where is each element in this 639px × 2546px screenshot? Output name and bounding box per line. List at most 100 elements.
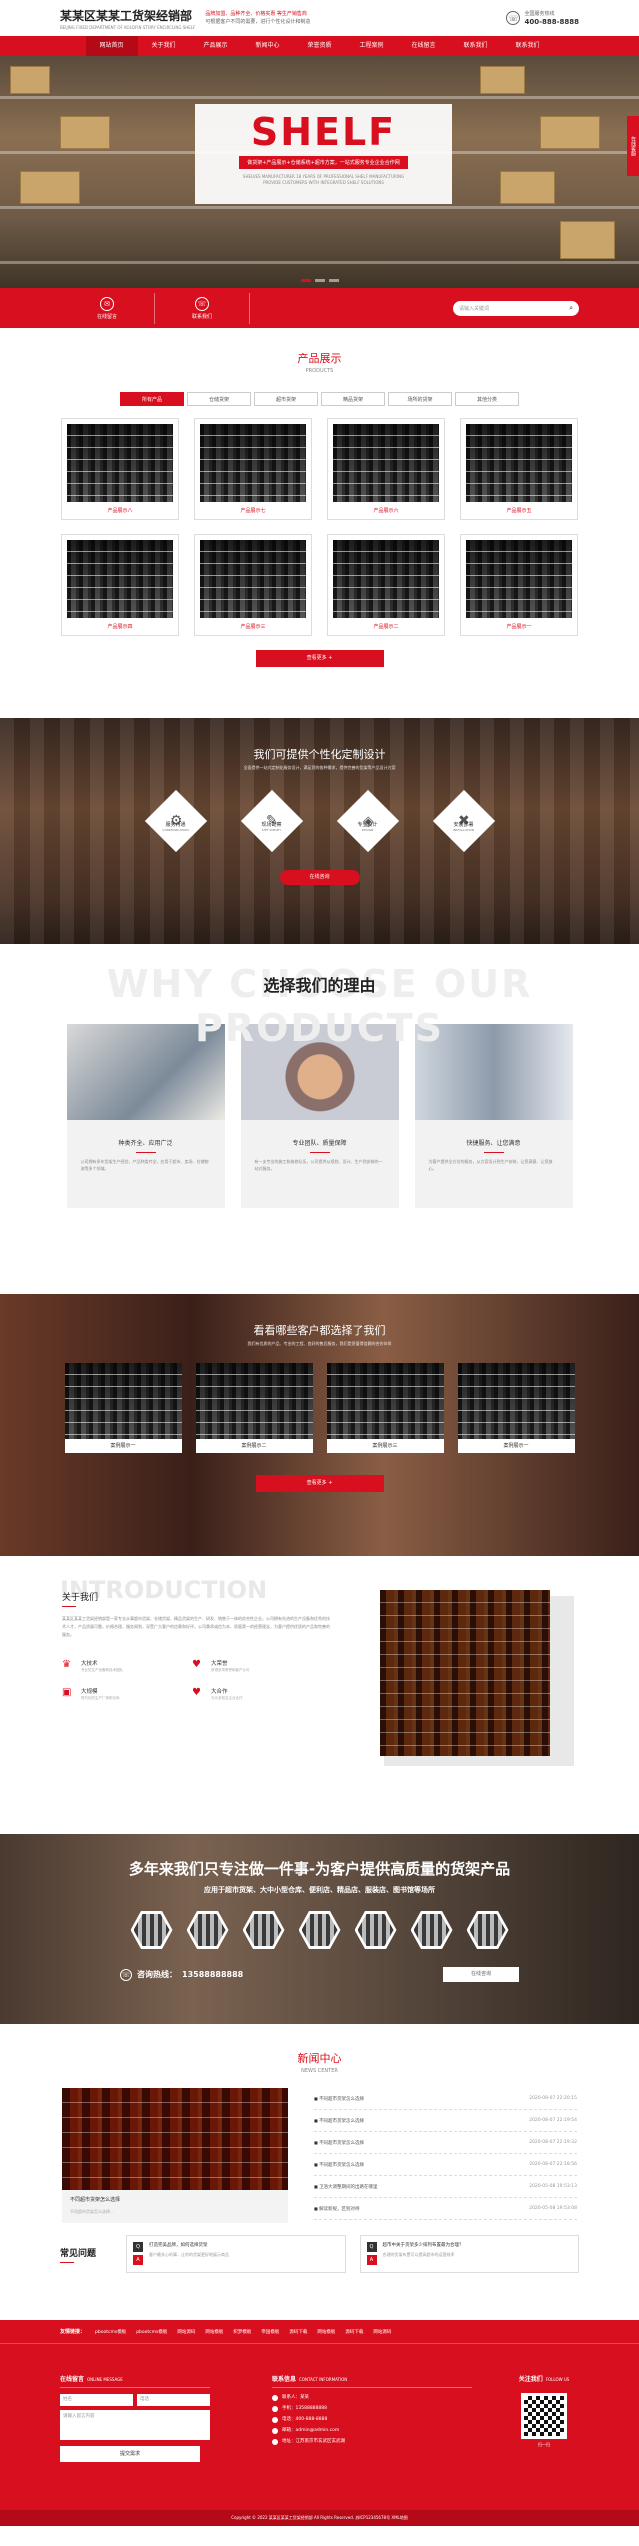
quick-bar: ✉ 在线留言 ☏ 联系我们 请输入关键词 ⌕	[0, 288, 639, 328]
quick-message[interactable]: ✉ 在线留言	[60, 292, 155, 324]
product-card[interactable]: 产品展示六	[327, 418, 445, 520]
friend-links: 友情链接： pbootcms模板 pbootcms模板 网站源码 网站模板 织梦…	[0, 2320, 639, 2344]
case-image	[326, 1363, 444, 1439]
search-icon[interactable]: ⌕	[569, 304, 573, 313]
product-card[interactable]: 产品展示一	[460, 534, 578, 636]
contact-row: 联系人：某某	[272, 2392, 472, 2403]
custom-subtitle: 全面提供一站式定制化服务设计，满足您的各种需求，提供完善的货架等产品设计方案	[243, 765, 396, 770]
nav-products[interactable]: 产品展示	[190, 36, 242, 56]
friend-link[interactable]: 网站源码	[373, 2329, 391, 2335]
case-card[interactable]: 案例展示三	[326, 1363, 444, 1453]
friend-link[interactable]: 帝国模板	[261, 2329, 279, 2335]
message-field[interactable]: 请输入留言内容	[60, 2410, 210, 2440]
phone-icon: ☏	[506, 11, 521, 25]
product-caption: 产品展示五	[506, 508, 532, 514]
product-image	[466, 540, 572, 618]
more-products-button[interactable]: 查看更多 +	[255, 650, 384, 667]
faq-item[interactable]: Q A 超市中关于货架多少排列布置最为合理？ 合理的货架布置可以提高超市的运营效率	[359, 2235, 579, 2273]
nav-message[interactable]: 在线留言	[398, 36, 450, 56]
step-label-en: DESIGN	[361, 828, 374, 832]
step-label-en: INSTALLATION	[452, 828, 475, 832]
nav-home[interactable]: 网站首页	[85, 36, 138, 56]
news-item[interactable]: 不同超市货架怎么选择2020-08-07 22:19:54	[314, 2110, 577, 2132]
news-item[interactable]: 卫浴大调整期间的出路在哪里2020-05-08 19:53:13	[314, 2176, 577, 2198]
case-card[interactable]: 案例展示一	[64, 1363, 182, 1453]
phone-icon: ☏	[120, 1968, 132, 1981]
feature-title: 大荣誉	[211, 1661, 228, 1667]
logo[interactable]: 某某区某某工货架经销部 BEIJING FIXED DEPARTMENT OF …	[60, 7, 195, 30]
nav-contact[interactable]: 联系我们	[450, 36, 502, 56]
tab-all[interactable]: 所有产品	[120, 392, 184, 406]
box-image	[500, 171, 555, 204]
nav-honors[interactable]: 荣誉资质	[294, 36, 346, 56]
hero-bar: 做货架+产品展示+仓储系统+超市方案，一站式服务专业企业合作网	[239, 156, 408, 169]
nav-contact-2[interactable]: 联系我们	[502, 36, 554, 56]
product-image	[333, 424, 439, 502]
footer-heading: 关注我们 FOLLOW US	[518, 2376, 570, 2383]
friend-link[interactable]: pbootcms模板	[136, 2329, 167, 2335]
carousel-dot[interactable]	[314, 279, 325, 282]
featured-news[interactable]: 不同超市货架怎么选择 不同超市货架怎么选择...	[62, 2088, 288, 2223]
scale-icon: ▣	[62, 1687, 72, 1698]
why-us-section: WHY CHOOSE OUR PRODUCTS 选择我们的理由 种类齐全、应用广…	[0, 944, 639, 1294]
friend-link[interactable]: 网站模板	[205, 2329, 223, 2335]
tab-venue[interactable]: 场所的货架	[388, 392, 452, 406]
tab-storage[interactable]: 仓储货架	[187, 392, 251, 406]
news-item[interactable]: 不同超市货架怎么选择2020-08-07 22:18:56	[314, 2154, 577, 2176]
friend-link[interactable]: 织梦模板	[233, 2329, 251, 2335]
hex-image	[186, 1911, 229, 1949]
tab-supermarket[interactable]: 超市货架	[254, 392, 318, 406]
why-title: 选择我们的理由	[263, 976, 376, 995]
news-item[interactable]: 不同超市货架怎么选择2020-08-07 22:19:32	[314, 2132, 577, 2154]
faq-item[interactable]: Q A 打造完美品牌，如何选择货架 客户最关心的事，让你的货架更好地展示商品	[126, 2235, 346, 2273]
quick-contact[interactable]: ☏ 联系我们	[155, 292, 250, 324]
friend-link[interactable]: 源码下载	[289, 2329, 307, 2335]
mission-consult-button[interactable]: 在线咨询	[443, 1967, 519, 1982]
product-card[interactable]: 产品展示三	[194, 534, 312, 636]
news-item[interactable]: 解读新规，区别对待2020-05-08 19:53:08	[314, 2198, 577, 2220]
news-item[interactable]: 不同超市货架怎么选择2020-08-07 22:20:15	[314, 2088, 577, 2110]
nav-cases[interactable]: 工程案例	[346, 36, 398, 56]
friend-link[interactable]: 网站模板	[317, 2329, 335, 2335]
nav-about[interactable]: 关于我们	[138, 36, 190, 56]
product-card[interactable]: 产品展示二	[327, 534, 445, 636]
tab-other[interactable]: 其他分类	[455, 392, 519, 406]
mission-phone: ☏ 咨询热线： 13588888888	[120, 1968, 243, 1981]
quick-label: 联系我们	[191, 313, 212, 320]
search-box[interactable]: 请输入关键词 ⌕	[453, 301, 579, 316]
carousel-dot[interactable]	[328, 279, 339, 282]
more-cases-button[interactable]: 查看更多 +	[255, 1475, 384, 1492]
product-card[interactable]: 产品展示四	[61, 534, 179, 636]
friend-link[interactable]: 源码下载	[345, 2329, 363, 2335]
product-card[interactable]: 产品展示八	[61, 418, 179, 520]
feature-item: ♛ 大技术 专业的生产设备和技术团队	[62, 1659, 192, 1673]
product-caption: 产品展示一	[506, 624, 532, 630]
case-card[interactable]: 案例展示二	[195, 1363, 313, 1453]
step-label: 安装部署	[453, 822, 474, 828]
cooperation-icon: ♥	[192, 1687, 201, 1698]
product-card[interactable]: 产品展示五	[460, 418, 578, 520]
online-service-tab[interactable]: 在线客服	[627, 116, 639, 176]
tab-boutique[interactable]: 精品货架	[321, 392, 385, 406]
friend-link[interactable]: pbootcms模板	[95, 2329, 126, 2335]
shelf-line	[0, 261, 639, 264]
section-title-en: PRODUCTS	[305, 368, 334, 374]
consult-button[interactable]: 在线咨询	[279, 870, 360, 885]
submit-button[interactable]: 提交需求	[60, 2446, 200, 2462]
nav-news[interactable]: 新闻中心	[242, 36, 294, 56]
product-card[interactable]: 产品展示七	[194, 418, 312, 520]
service-step: ✎ 现场勘察 SITE SURVEY	[240, 789, 303, 853]
product-grid: 产品展示八 产品展示七 产品展示六 产品展示五 产品展示四 产品展示三 产品展示…	[0, 418, 639, 636]
friend-link[interactable]: 网站源码	[177, 2329, 195, 2335]
case-card[interactable]: 案例展示一	[457, 1363, 575, 1453]
carousel-dot[interactable]	[300, 279, 311, 282]
case-caption: 案例展示一	[110, 1443, 136, 1449]
name-field[interactable]: 姓名	[60, 2394, 133, 2406]
phone-field[interactable]: 电话	[137, 2394, 210, 2406]
hotline-number: 400-888-8888	[524, 18, 579, 26]
section-title: 新闻中心 NEWS CENTER	[0, 2050, 639, 2074]
box-image	[10, 66, 50, 94]
mission-subtitle: 应用于超市货架、大中小型仓库、便利店、精品店、服装店、图书馆等场所	[204, 1886, 435, 1894]
search-input[interactable]: 请输入关键词	[459, 305, 489, 312]
feature-item: ♥ 大荣誉 获得多项荣誉和客户认可	[192, 1659, 322, 1673]
